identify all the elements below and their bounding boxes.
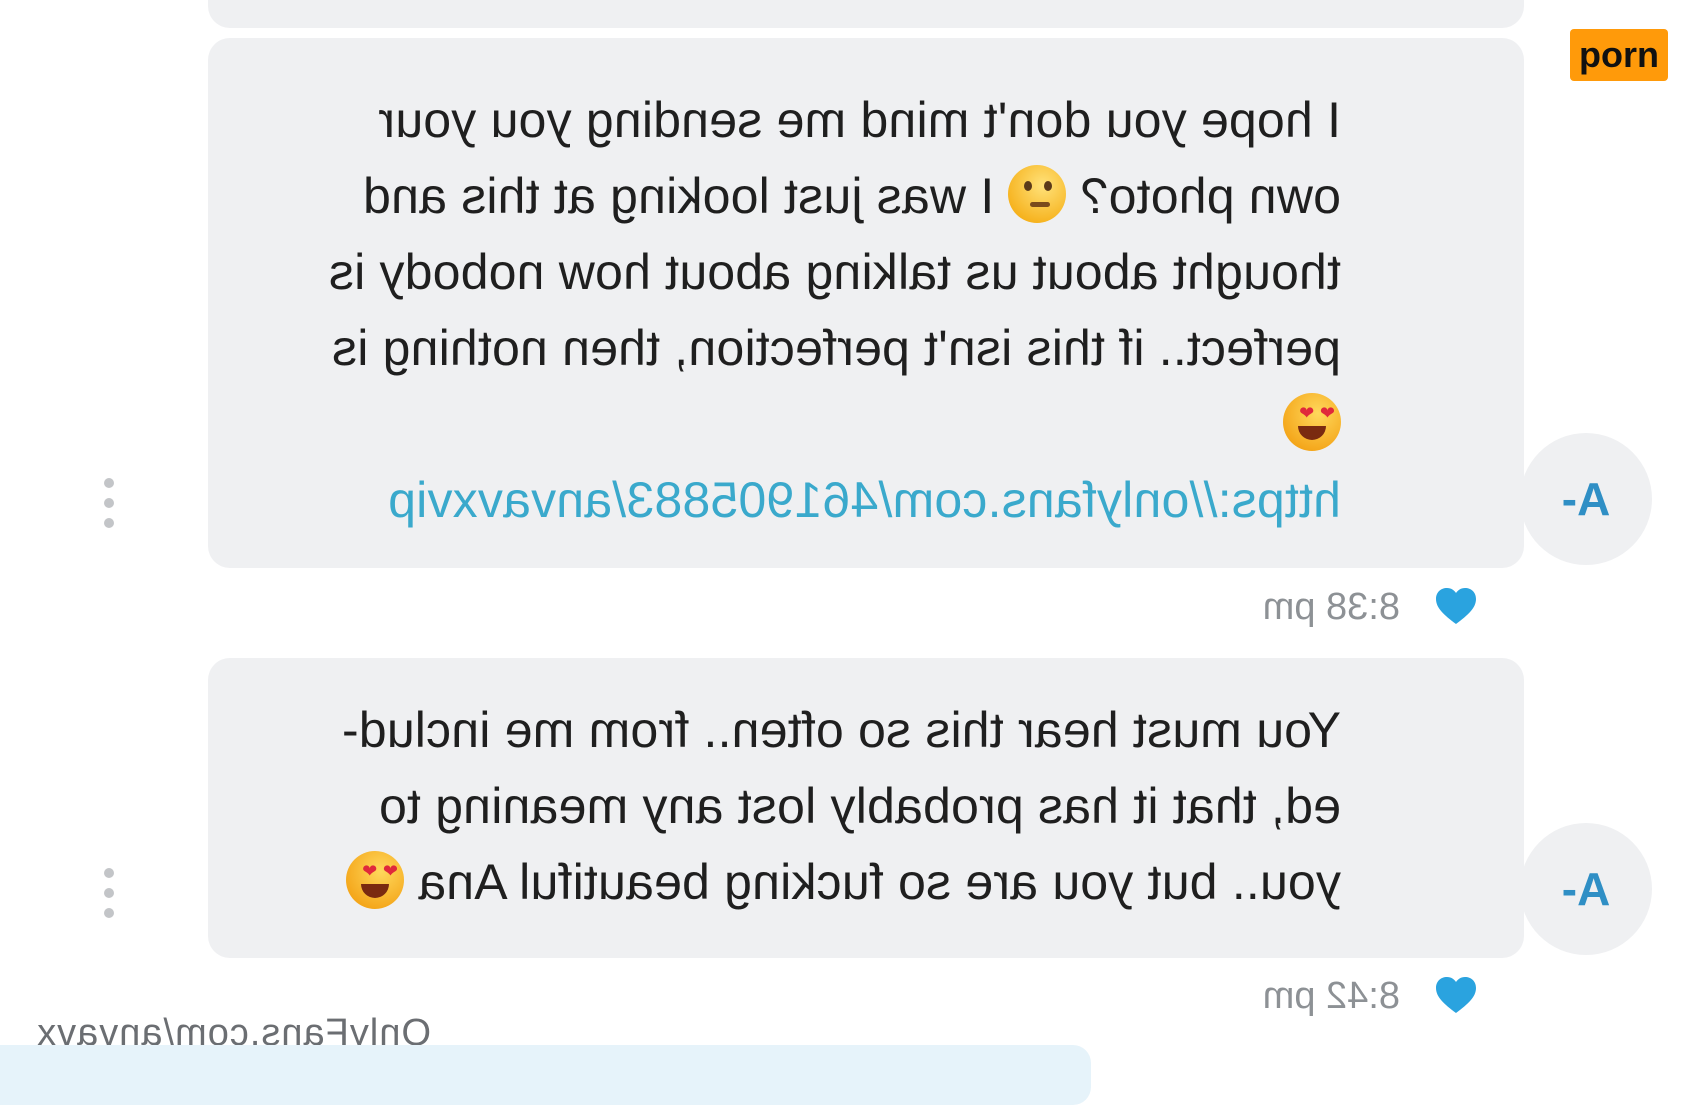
thinking-face-emoji: [1008, 165, 1067, 223]
message-line: ed, that it has probably lost any meanin…: [378, 778, 1341, 834]
previous-message-bubble: [208, 0, 1524, 28]
avatar[interactable]: A-: [1520, 823, 1652, 955]
message-line: you.. but you are so fucking beautiful A…: [342, 844, 1341, 920]
message-line: I hope you don't mind me sending you you…: [378, 92, 1341, 148]
heart-icon[interactable]: [1434, 586, 1478, 626]
message-bubble-2[interactable]: You must hear this so often.. from me in…: [208, 658, 1524, 958]
message-line: You must hear this so often.. from me in…: [341, 702, 1341, 758]
site-badge: porn: [1570, 29, 1668, 81]
chat-thread: I hope you don't mind me sending you you…: [0, 0, 1691, 1105]
message-text-2: You must hear this so often.. from me in…: [342, 692, 1341, 920]
more-options-icon[interactable]: [102, 478, 114, 528]
message-link[interactable]: https://onlyfans.com/461905883/anvavxvip: [329, 462, 1341, 538]
message-line: own photo? I was just looking at this an…: [329, 158, 1341, 234]
message-timestamp: 8:38 pm: [1262, 586, 1400, 628]
message-line: thought about us talking about how nobod…: [328, 244, 1341, 300]
message-text-1: I hope you don't mind me sending you you…: [329, 82, 1341, 538]
message-line: perfect.. if this isn't perfection, then…: [331, 320, 1341, 376]
message-bubble-1[interactable]: I hope you don't mind me sending you you…: [208, 38, 1524, 568]
message-input-bar[interactable]: [0, 1045, 1091, 1105]
message-timestamp: 8:42 pm: [1262, 975, 1400, 1017]
heart-eyes-emoji: [1283, 393, 1341, 451]
more-options-icon[interactable]: [102, 868, 114, 918]
avatar[interactable]: A-: [1520, 433, 1652, 565]
message-line: [329, 386, 1341, 462]
heart-eyes-emoji: [346, 851, 404, 909]
heart-icon[interactable]: [1434, 975, 1478, 1015]
